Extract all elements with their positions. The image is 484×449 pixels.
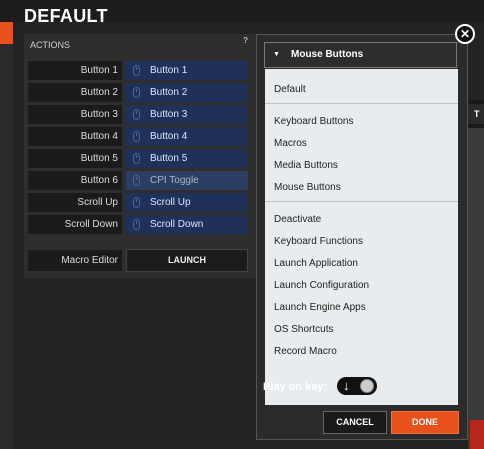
action-binding[interactable]: Scroll Up [126,193,248,212]
action-row: Button 4 Button 4 [28,126,250,148]
action-binding-label: Button 2 [150,87,188,98]
mouse-icon [133,131,140,142]
category-select[interactable]: ▼ Mouse Buttons [264,42,457,68]
done-button[interactable]: DONE [391,411,459,434]
mouse-icon [133,219,140,230]
action-row: Button 5 Button 5 [28,148,250,170]
action-binding-label: CPI Toggle [150,175,199,186]
menu-item-macros[interactable]: Macros [274,138,307,149]
action-binding-selected[interactable]: CPI Toggle [126,171,248,190]
down-arrow-icon: ↓ [343,378,350,393]
action-binding-label: Button 1 [150,65,188,76]
menu-divider [265,103,458,104]
action-rows: Button 1 Button 1 Button 2 Button 2 Butt… [28,60,250,236]
action-binding-label: Button 3 [150,109,188,120]
action-binding-label: Button 4 [150,131,188,142]
play-on-key-label: Play on key: [263,381,328,393]
action-binding[interactable]: Scroll Down [126,215,248,234]
action-row: Scroll Up Scroll Up [28,192,250,214]
actions-header: ACTIONS [30,40,71,50]
macro-editor-row: Macro Editor LAUNCH [28,248,250,272]
action-binding[interactable]: Button 5 [126,149,248,168]
menu-item-default[interactable]: Default [274,84,306,95]
help-icon[interactable]: ? [243,36,248,45]
action-binding-label: Scroll Down [150,219,204,230]
close-icon[interactable]: ✕ [455,24,475,44]
mouse-icon [133,109,140,120]
category-select-value: Mouse Buttons [291,49,364,60]
triangle-down-icon: ▼ [273,51,280,58]
assignment-dropdown-panel: ▼ Mouse Buttons Default Keyboard Buttons… [256,34,468,440]
action-label: Button 4 [28,127,122,146]
device-red-accent [470,420,484,449]
right-tab[interactable]: T [468,104,484,124]
menu-item-mouse-buttons[interactable]: Mouse Buttons [274,182,341,193]
menu-item-launch-configuration[interactable]: Launch Configuration [274,280,369,291]
action-binding-label: Scroll Up [150,197,191,208]
macro-editor-label: Macro Editor [28,250,122,271]
cancel-button[interactable]: CANCEL [323,411,387,434]
action-label: Scroll Down [28,215,122,234]
orange-accent-strip [0,22,13,44]
mouse-icon [133,175,140,186]
device-preview-image [468,128,484,449]
menu-item-record-macro[interactable]: Record Macro [274,346,337,357]
action-binding[interactable]: Button 4 [126,127,248,146]
action-row: Button 1 Button 1 [28,60,250,82]
play-on-key-toggle[interactable]: ↓ [337,377,377,395]
action-row: Button 6 CPI Toggle [28,170,250,192]
action-label: Button 6 [28,171,122,190]
category-menu: Default Keyboard Buttons Macros Media Bu… [265,69,458,405]
action-binding[interactable]: Button 2 [126,83,248,102]
menu-item-launch-application[interactable]: Launch Application [274,258,358,269]
menu-item-media-buttons[interactable]: Media Buttons [274,160,338,171]
action-label: Button 1 [28,61,122,80]
action-label: Button 3 [28,105,122,124]
action-label: Button 2 [28,83,122,102]
menu-item-deactivate[interactable]: Deactivate [274,214,321,225]
mouse-icon [133,65,140,76]
action-row: Button 3 Button 3 [28,104,250,126]
action-binding[interactable]: Button 1 [126,61,248,80]
action-row: Button 2 Button 2 [28,82,250,104]
actions-panel: ACTIONS ? Button 1 Button 1 Button 2 But… [24,34,256,278]
mouse-icon [133,87,140,98]
menu-item-keyboard-functions[interactable]: Keyboard Functions [274,236,363,247]
toggle-knob [360,379,374,393]
menu-item-os-shortcuts[interactable]: OS Shortcuts [274,324,333,335]
mouse-icon [133,197,140,208]
menu-item-keyboard-buttons[interactable]: Keyboard Buttons [274,116,354,127]
action-label: Button 5 [28,149,122,168]
action-row: Scroll Down Scroll Down [28,214,250,236]
action-label: Scroll Up [28,193,122,212]
menu-divider [265,201,458,202]
action-binding[interactable]: Button 3 [126,105,248,124]
action-binding-label: Button 5 [150,153,188,164]
menu-item-launch-engine-apps[interactable]: Launch Engine Apps [274,302,366,313]
launch-button[interactable]: LAUNCH [126,249,248,272]
mouse-icon [133,153,140,164]
